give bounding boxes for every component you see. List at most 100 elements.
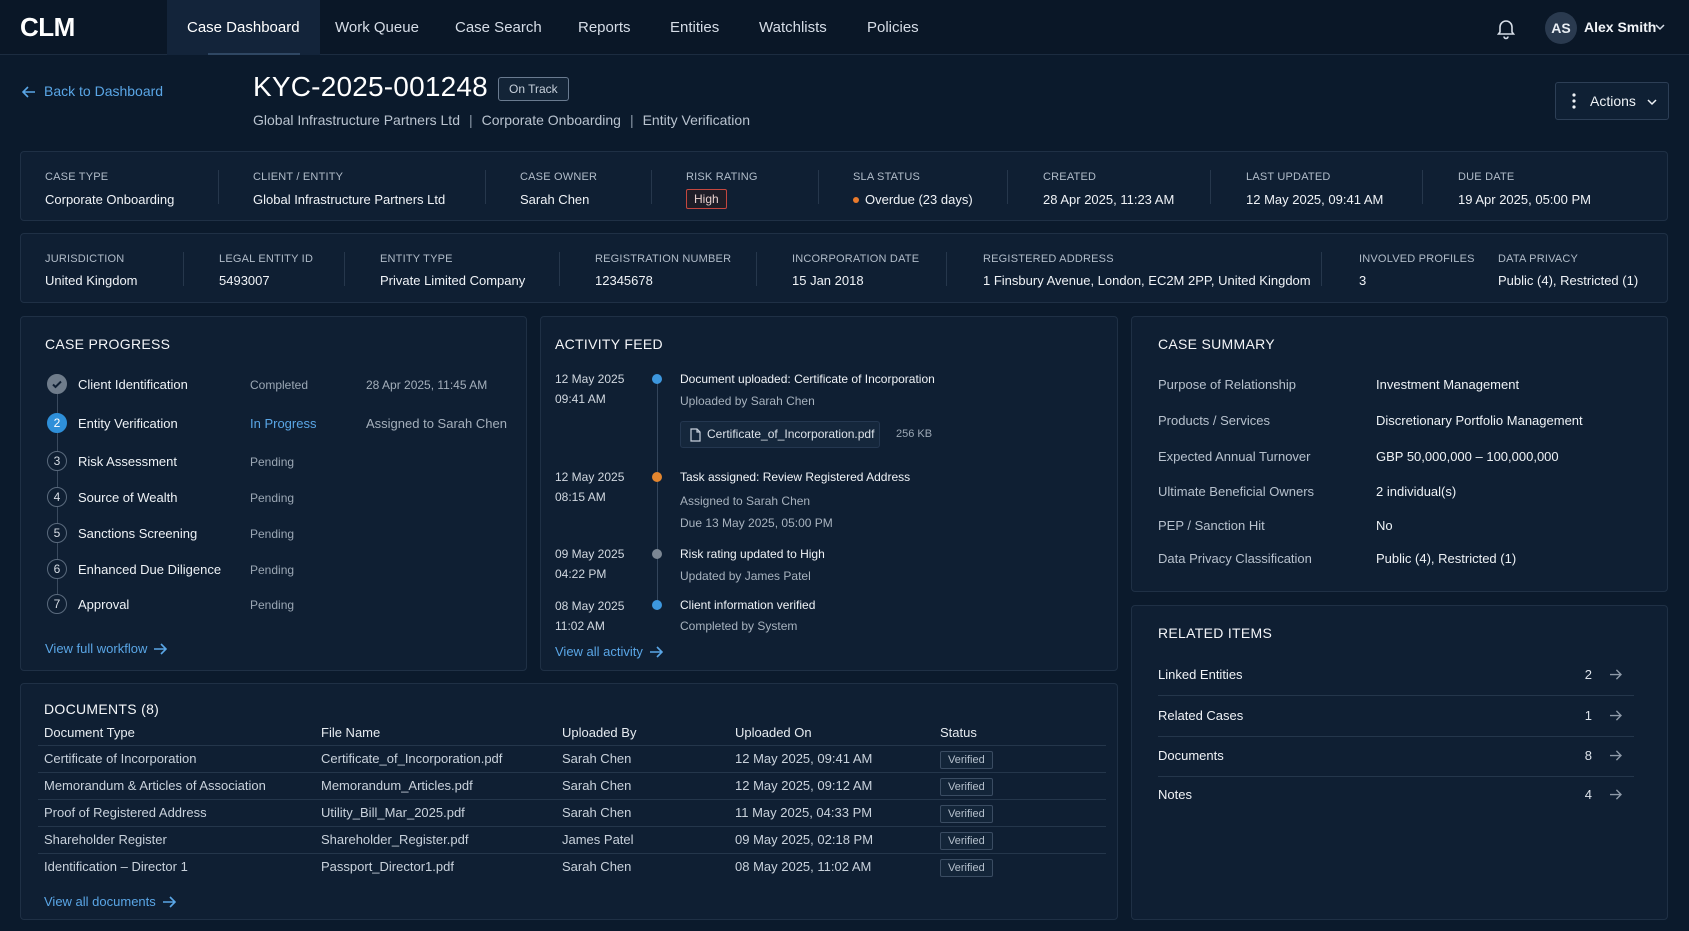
case-subtitle: Global Infrastructure Partners Ltd | Corpo… [253, 112, 750, 128]
tab-watchlists[interactable]: Watchlists [739, 0, 847, 55]
document-type: Proof of Registered Address [44, 805, 207, 820]
file-name: Certificate_of_Incorporation.pdf [707, 427, 875, 441]
activity-subtitle: Assigned to Sarah Chen [680, 494, 811, 508]
step-name[interactable]: Sanctions Screening [78, 526, 197, 541]
status-badge: Verified [940, 751, 993, 769]
back-to-dashboard-link[interactable]: Back to Dashboard [21, 83, 163, 99]
column-header[interactable]: Uploaded By [562, 725, 636, 740]
document-type: Certificate of Incorporation [44, 751, 197, 766]
case-owner-value: Sarah Chen [520, 192, 590, 207]
uploaded-on: 08 May 2025, 11:02 AM [735, 859, 872, 874]
related-item-linked-entities[interactable]: Linked Entities 2 [1158, 656, 1634, 696]
link-label: View full workflow [45, 641, 148, 656]
divider [756, 252, 757, 286]
status-badge: Verified [940, 778, 993, 796]
avatar[interactable]: AS [1545, 12, 1577, 44]
arrow-right-icon [1610, 789, 1622, 800]
table-row[interactable]: Certificate of Incorporation Certificate… [38, 745, 1106, 772]
uploaded-by: James Patel [562, 832, 634, 847]
file-name[interactable]: Utility_Bill_Mar_2025.pdf [321, 805, 465, 820]
summary-key: Ultimate Beneficial Owners [1158, 484, 1315, 499]
case-type-value: Corporate Onboarding [45, 192, 175, 207]
client-value: Global Infrastructure Partners Ltd [253, 192, 446, 207]
file-name[interactable]: Shareholder_Register.pdf [321, 832, 468, 847]
tab-case-dashboard[interactable]: Case Dashboard [167, 0, 320, 55]
column-header[interactable]: Document Type [44, 725, 135, 740]
step-number: 6 [47, 559, 67, 579]
tab-entities[interactable]: Entities [650, 0, 739, 55]
step-status: In Progress [250, 416, 317, 431]
related-item-notes[interactable]: Notes 4 [1158, 776, 1634, 816]
tab-work-queue[interactable]: Work Queue [315, 0, 439, 55]
entity-details-panel: JURISDICTION United Kingdom LEGAL ENTITY… [20, 233, 1668, 303]
related-item-count: 8 [1584, 748, 1592, 763]
arrow-right-icon [154, 643, 168, 655]
file-attachment[interactable]: Certificate_of_Incorporation.pdf [680, 421, 880, 448]
activity-feed-title: ACTIVITY FEED [555, 336, 663, 352]
activity-title[interactable]: Document uploaded: Certificate of Incorp… [680, 372, 935, 386]
uploaded-on: 11 May 2025, 04:33 PM [735, 805, 873, 820]
status-badge: Verified [940, 859, 993, 877]
activity-title[interactable]: Client information verified [680, 598, 815, 612]
due-date-label: DUE DATE [1458, 171, 1515, 183]
step-status: Pending [250, 527, 295, 541]
uploaded-by: Sarah Chen [562, 805, 632, 820]
step-name[interactable]: Entity Verification [78, 416, 178, 431]
arrow-right-icon [649, 646, 664, 658]
file-name[interactable]: Memorandum_Articles.pdf [321, 778, 473, 793]
tab-case-search[interactable]: Case Search [435, 0, 562, 55]
tab-policies[interactable]: Policies [847, 0, 939, 55]
activity-title[interactable]: Task assigned: Review Registered Address [680, 470, 910, 484]
step-name[interactable]: Risk Assessment [78, 454, 177, 469]
activity-time: 09:41 AM [555, 392, 606, 406]
status-badge: Verified [940, 832, 993, 850]
activity-subtitle: Completed by System [680, 619, 798, 633]
activity-feed-panel [540, 316, 1118, 671]
related-item-documents[interactable]: Documents 8 [1158, 737, 1634, 777]
step-name[interactable]: Client Identification [78, 377, 188, 392]
status-badge: Verified [940, 805, 993, 823]
table-row[interactable]: Proof of Registered Address Utility_Bill… [38, 799, 1106, 826]
view-full-workflow-link[interactable]: View full workflow [45, 641, 168, 656]
table-row[interactable]: Memorandum & Articles of Association Mem… [38, 772, 1106, 799]
step-name[interactable]: Source of Wealth [78, 490, 177, 505]
table-row[interactable]: Identification – Director 1 Passport_Dir… [38, 853, 1106, 880]
step-name[interactable]: Enhanced Due Diligence [78, 562, 221, 577]
last-updated-value: 12 May 2025, 09:41 AM [1246, 192, 1384, 207]
step-status: Pending [250, 455, 295, 469]
risk-rating-badge: High [686, 189, 727, 209]
related-item-count: 1 [1584, 708, 1592, 723]
user-name[interactable]: Alex Smith [1584, 19, 1656, 35]
file-name[interactable]: Passport_Director1.pdf [321, 859, 454, 874]
column-header[interactable]: Uploaded On [735, 725, 812, 740]
divider [344, 252, 345, 286]
step-meta: Assigned to Sarah Chen [366, 416, 507, 431]
summary-value: Discretionary Portfolio Management [1376, 413, 1583, 428]
bell-icon[interactable] [1494, 16, 1518, 40]
view-all-documents-link[interactable]: View all documents [44, 894, 176, 909]
related-item-related-cases[interactable]: Related Cases 1 [1158, 697, 1634, 737]
divider [1422, 170, 1423, 204]
entity-type-value: Private Limited Company [380, 273, 526, 288]
column-header[interactable]: Status [940, 725, 977, 740]
chevron-down-icon[interactable] [1654, 22, 1666, 32]
last-updated-label: LAST UPDATED [1246, 171, 1331, 183]
file-name[interactable]: Certificate_of_Incorporation.pdf [321, 751, 502, 766]
tab-reports[interactable]: Reports [558, 0, 651, 55]
activity-date: 08 May 2025 11:02 AM [555, 596, 624, 636]
column-header[interactable]: File Name [321, 725, 380, 740]
activity-time: 04:22 PM [555, 567, 607, 581]
related-item-count: 4 [1584, 787, 1592, 802]
activity-title[interactable]: Risk rating updated to High [680, 547, 825, 561]
incorporation-date-value: 15 Jan 2018 [792, 273, 864, 288]
step-name[interactable]: Approval [78, 597, 129, 612]
app-logo[interactable]: CLM [20, 12, 75, 43]
related-item-label: Linked Entities [1158, 667, 1243, 682]
step-number: 2 [47, 413, 67, 433]
view-all-activity-link[interactable]: View all activity [555, 644, 664, 659]
risk-rating-label: RISK RATING [686, 171, 758, 183]
involved-profiles-label: INVOLVED PROFILES [1359, 253, 1475, 265]
step-status: Pending [250, 598, 295, 612]
table-row[interactable]: Shareholder Register Shareholder_Registe… [38, 826, 1106, 853]
actions-button[interactable]: Actions [1555, 82, 1669, 120]
